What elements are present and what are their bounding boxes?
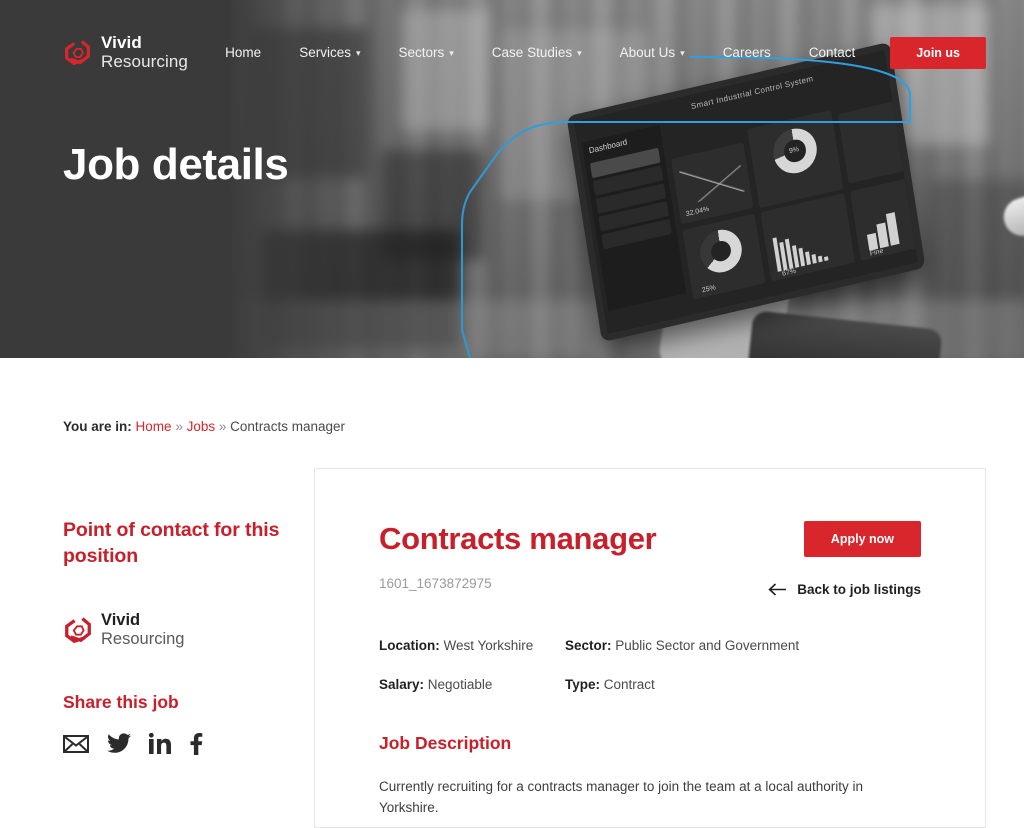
chevron-down-icon: ▾: [355, 48, 361, 58]
tablet-sidebar: Dashboard: [581, 124, 687, 312]
vivid-hex-spiral-logo-icon: [65, 40, 90, 66]
breadcrumb-label: You are in:: [63, 419, 132, 434]
breadcrumb: You are in: Home » Jobs » Contracts mana…: [63, 419, 345, 434]
nav-item-contact[interactable]: Contact: [790, 37, 875, 68]
job-description-heading: Job Description: [379, 733, 512, 754]
apply-now-button[interactable]: Apply now: [803, 521, 921, 557]
sector-value: Public Sector and Government: [615, 638, 800, 653]
page-title: Job details: [63, 140, 289, 189]
job-actions: Apply now Back to job listings: [768, 521, 921, 597]
salary-label: Salary:: [379, 676, 425, 692]
linkedin-icon[interactable]: [149, 733, 171, 755]
breadcrumb-separator: »: [218, 419, 227, 434]
type-label: Type:: [565, 676, 601, 692]
brand-line-1: Vivid: [101, 33, 142, 53]
chevron-down-icon: ▾: [680, 48, 685, 58]
nav-item-label: Sectors: [398, 45, 445, 60]
location-value: West Yorkshire: [443, 638, 534, 653]
type-value: Contract: [603, 676, 655, 692]
job-meta-type: Type: Contract: [565, 675, 921, 695]
breadcrumb-separator: »: [175, 419, 183, 434]
hero-banner: Smart Industrial Control System Dashboar…: [0, 0, 1024, 358]
job-meta-sector: Sector: Public Sector and Government: [565, 636, 921, 656]
nav-links: Home Services ▾ Sectors ▾ Case Studies ▾…: [206, 36, 986, 69]
nav-item-label: Home: [225, 45, 262, 60]
breadcrumb-link-home[interactable]: Home: [136, 419, 172, 434]
tablet-widget: [837, 100, 908, 184]
nav-item-careers[interactable]: Careers: [704, 37, 790, 68]
nav-item-label: About Us: [619, 45, 676, 60]
nav-item-home[interactable]: Home: [206, 37, 280, 68]
job-detail-card: Contracts manager 1601_1673872975 Apply …: [314, 468, 986, 828]
nav-item-about-us[interactable]: About Us ▾: [601, 37, 704, 68]
share-this-job-heading: Share this job: [63, 691, 179, 712]
sidebar: Point of contact for this position Vivid…: [63, 518, 283, 755]
arrow-left-icon: [768, 583, 787, 596]
nav-item-label: Services: [299, 45, 351, 60]
nav-item-label: Contact: [808, 45, 856, 60]
point-of-contact-heading: Point of contact for this position: [63, 519, 280, 567]
back-link-label: Back to job listings: [797, 582, 921, 597]
back-to-job-listings-link[interactable]: Back to job listings: [768, 582, 921, 597]
job-meta-salary: Salary: Negotiable: [379, 675, 565, 695]
nav-item-label: Careers: [722, 45, 771, 60]
tablet-stat: 67%: [781, 267, 797, 278]
sidebar-brand-line-2: Resourcing: [101, 629, 185, 648]
location-label: Location:: [379, 638, 440, 653]
salary-value: Negotiable: [427, 676, 493, 692]
chevron-down-icon: ▾: [449, 48, 454, 58]
tablet-stat: Fine: [869, 247, 884, 258]
main-navigation: Vivid Resourcing Home Services ▾ Sectors…: [0, 0, 1024, 105]
email-icon[interactable]: [63, 734, 89, 754]
nav-item-case-studies[interactable]: Case Studies ▾: [473, 37, 601, 68]
breadcrumb-link-jobs[interactable]: Jobs: [187, 419, 216, 434]
nav-item-label: Case Studies: [491, 45, 573, 60]
job-meta-grid: Location: West Yorkshire Sector: Public …: [379, 636, 921, 694]
breadcrumb-current: Contracts manager: [230, 419, 345, 434]
twitter-icon[interactable]: [107, 733, 131, 754]
job-meta-location: Location: West Yorkshire: [379, 636, 565, 656]
nav-item-services[interactable]: Services ▾: [280, 37, 379, 68]
social-share-list: [63, 732, 283, 755]
job-description-body: Currently recruiting for a contracts man…: [379, 779, 863, 816]
sidebar-brand-line-1: Vivid: [101, 611, 141, 630]
join-us-button[interactable]: Join us: [890, 36, 986, 69]
vivid-hex-spiral-logo-icon: [65, 616, 91, 643]
brand-line-2: Resourcing: [101, 51, 188, 71]
facebook-icon[interactable]: [189, 732, 203, 755]
nav-item-sectors[interactable]: Sectors ▾: [379, 37, 472, 68]
site-logo[interactable]: Vivid Resourcing: [63, 33, 188, 71]
sector-label: Sector:: [565, 638, 612, 653]
sidebar-company-logo: Vivid Resourcing: [63, 611, 283, 648]
tablet-bar-chart: [864, 208, 900, 251]
chevron-down-icon: ▾: [577, 48, 582, 58]
